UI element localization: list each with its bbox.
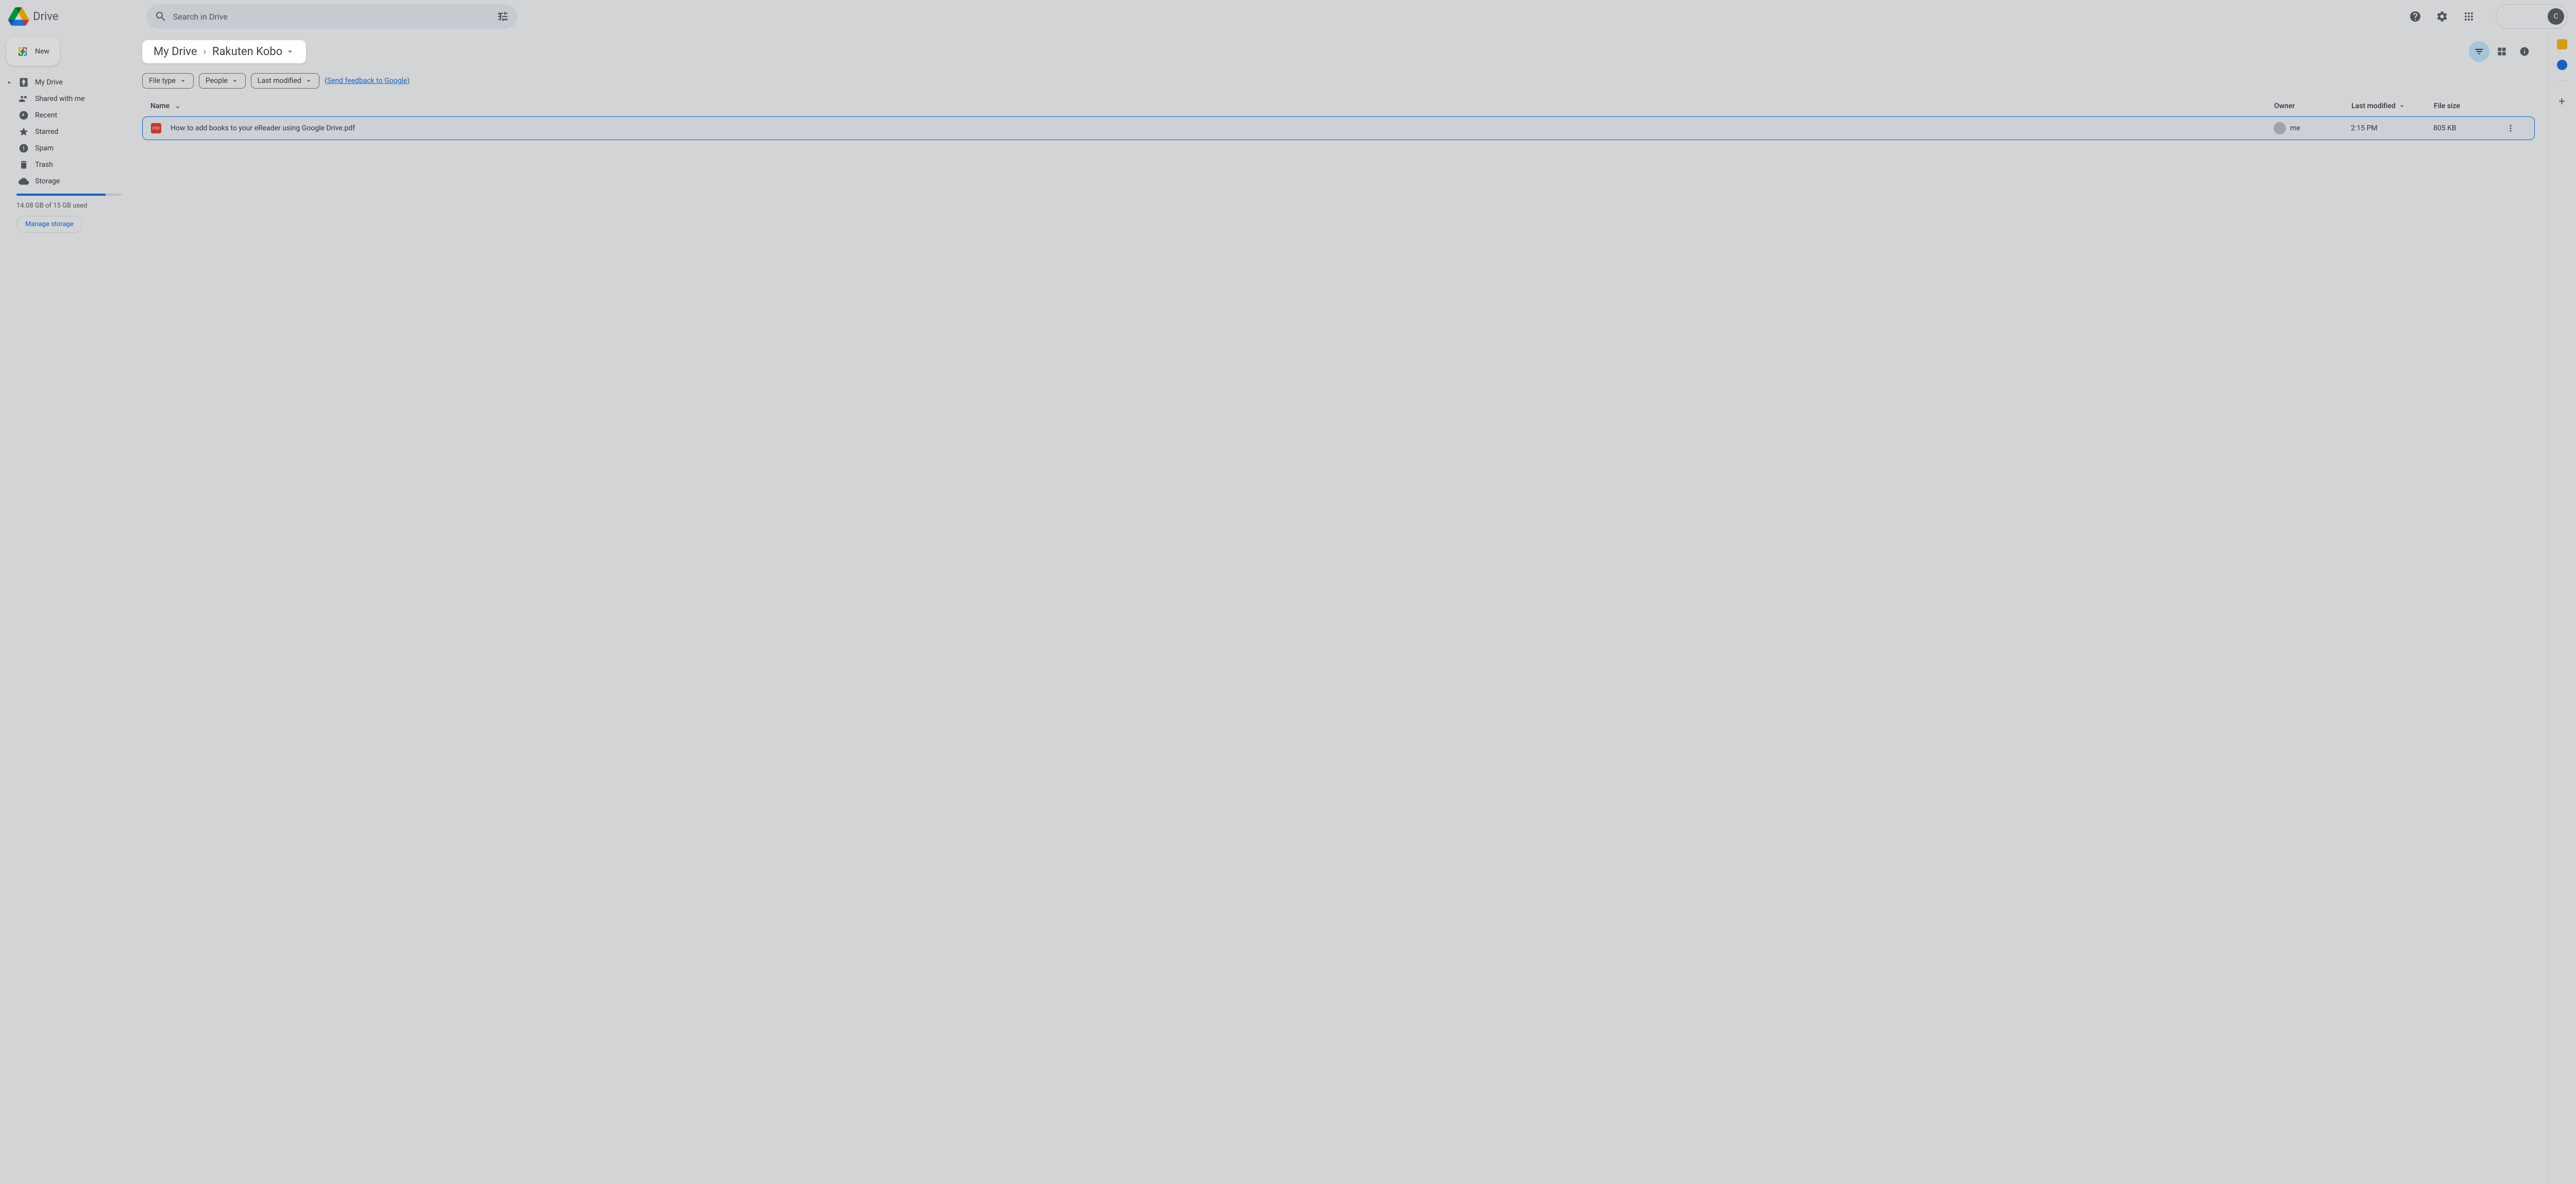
grid-view-button[interactable] bbox=[2492, 41, 2512, 62]
file-size: 805 KB bbox=[2433, 124, 2505, 132]
sidebar-item-starred[interactable]: Starred bbox=[6, 124, 128, 140]
gear-icon bbox=[2436, 10, 2448, 23]
plus-icon bbox=[16, 45, 29, 58]
help-icon bbox=[2409, 10, 2421, 23]
chevron-down-icon bbox=[231, 77, 239, 85]
search-bar[interactable] bbox=[146, 4, 517, 29]
sidebar-item-recent[interactable]: Recent bbox=[6, 107, 128, 124]
sidebar: New ▸ My Drive Shared with me Recent Sta… bbox=[0, 33, 134, 1184]
drive-logo-icon bbox=[8, 6, 29, 27]
contacts-addon-icon[interactable] bbox=[2557, 60, 2567, 70]
spam-icon bbox=[19, 143, 29, 153]
pdf-icon: PDF bbox=[151, 123, 161, 133]
apps-grid-icon bbox=[2463, 10, 2475, 23]
topbar: Drive C bbox=[0, 0, 2576, 33]
table-header: Name Owner Last modified File size bbox=[142, 96, 2535, 116]
sort-down-icon bbox=[174, 102, 182, 110]
trash-icon bbox=[19, 160, 29, 170]
column-modified[interactable]: Last modified bbox=[2351, 102, 2434, 110]
cloud-icon bbox=[19, 176, 29, 186]
chevron-right-icon: › bbox=[204, 46, 206, 57]
grid-icon bbox=[2497, 46, 2507, 57]
column-owner[interactable]: Owner bbox=[2274, 102, 2351, 110]
breadcrumb: My Drive › Rakuten Kobo bbox=[142, 40, 306, 63]
clock-icon bbox=[19, 110, 29, 121]
account-avatar[interactable]: C bbox=[2548, 8, 2564, 25]
drive-icon bbox=[19, 77, 29, 88]
app-name: Drive bbox=[33, 10, 58, 23]
side-divider bbox=[2556, 80, 2568, 81]
column-size[interactable]: File size bbox=[2434, 102, 2506, 110]
file-owner: me bbox=[2274, 122, 2351, 134]
sidebar-item-trash[interactable]: Trash bbox=[6, 157, 128, 173]
dropdown-icon bbox=[285, 47, 295, 56]
nav-label: Trash bbox=[35, 161, 53, 169]
view-controls bbox=[2469, 41, 2535, 62]
people-icon bbox=[19, 94, 29, 104]
sidebar-item-spam[interactable]: Spam bbox=[6, 140, 128, 157]
feedback-link[interactable]: Send feedback to Google bbox=[327, 77, 408, 85]
search-options-icon[interactable] bbox=[497, 10, 509, 23]
column-name[interactable]: Name bbox=[150, 102, 2274, 110]
nav-label: Recent bbox=[35, 111, 57, 119]
content-area: My Drive › Rakuten Kobo File bbox=[134, 33, 2547, 1184]
settings-button[interactable] bbox=[2432, 6, 2452, 27]
filter-view-button[interactable] bbox=[2469, 41, 2489, 62]
chevron-down-icon bbox=[2398, 102, 2406, 110]
info-button[interactable] bbox=[2514, 41, 2535, 62]
help-button[interactable] bbox=[2405, 6, 2426, 27]
sidebar-item-storage[interactable]: Storage bbox=[6, 173, 128, 190]
new-button[interactable]: New bbox=[6, 37, 60, 66]
storage-fill bbox=[16, 194, 106, 196]
filter-icon bbox=[2474, 46, 2484, 57]
star-icon bbox=[19, 127, 29, 137]
owner-avatar-icon bbox=[2274, 122, 2286, 134]
filter-modified-chip[interactable]: Last modified bbox=[251, 73, 319, 89]
side-panel: + bbox=[2547, 33, 2576, 1184]
breadcrumb-root[interactable]: My Drive bbox=[154, 45, 197, 58]
nav-label: Spam bbox=[35, 144, 54, 152]
get-addons-button[interactable]: + bbox=[2552, 91, 2572, 112]
manage-storage-button[interactable]: Manage storage bbox=[16, 216, 82, 233]
new-button-label: New bbox=[35, 47, 49, 56]
info-icon bbox=[2519, 46, 2530, 57]
sidebar-item-mydrive[interactable]: ▸ My Drive bbox=[6, 74, 128, 91]
sidebar-item-shared[interactable]: Shared with me bbox=[6, 91, 128, 107]
file-row[interactable]: PDF How to add books to your eReader usi… bbox=[142, 116, 2535, 140]
nav-label: Starred bbox=[35, 128, 58, 136]
chevron-down-icon bbox=[179, 77, 187, 85]
logo-area[interactable]: Drive bbox=[8, 6, 142, 27]
feedback-text: (Send feedback to Google) bbox=[325, 77, 410, 85]
nav-label: My Drive bbox=[35, 78, 63, 87]
keep-addon-icon[interactable] bbox=[2557, 39, 2567, 49]
file-modified: 2:15 PM bbox=[2351, 124, 2433, 132]
nav-label: Storage bbox=[35, 177, 60, 185]
expand-icon[interactable]: ▸ bbox=[8, 80, 11, 85]
breadcrumb-current[interactable]: Rakuten Kobo bbox=[212, 45, 295, 58]
account-area[interactable]: C bbox=[2496, 4, 2568, 29]
nav-label: Shared with me bbox=[35, 95, 84, 103]
filter-type-chip[interactable]: File type bbox=[142, 73, 194, 89]
filter-row: File type People Last modified (Send fee… bbox=[142, 73, 2535, 89]
search-icon bbox=[155, 10, 167, 23]
search-input[interactable] bbox=[173, 12, 490, 22]
chevron-down-icon bbox=[304, 77, 313, 85]
storage-bar bbox=[16, 194, 122, 196]
storage-text: 14.08 GB of 15 GB used bbox=[16, 202, 122, 210]
file-name: How to add books to your eReader using G… bbox=[171, 124, 2274, 132]
file-more-button[interactable] bbox=[2505, 123, 2526, 133]
filter-people-chip[interactable]: People bbox=[199, 73, 246, 89]
more-vert-icon bbox=[2505, 123, 2516, 133]
apps-button[interactable] bbox=[2459, 6, 2479, 27]
